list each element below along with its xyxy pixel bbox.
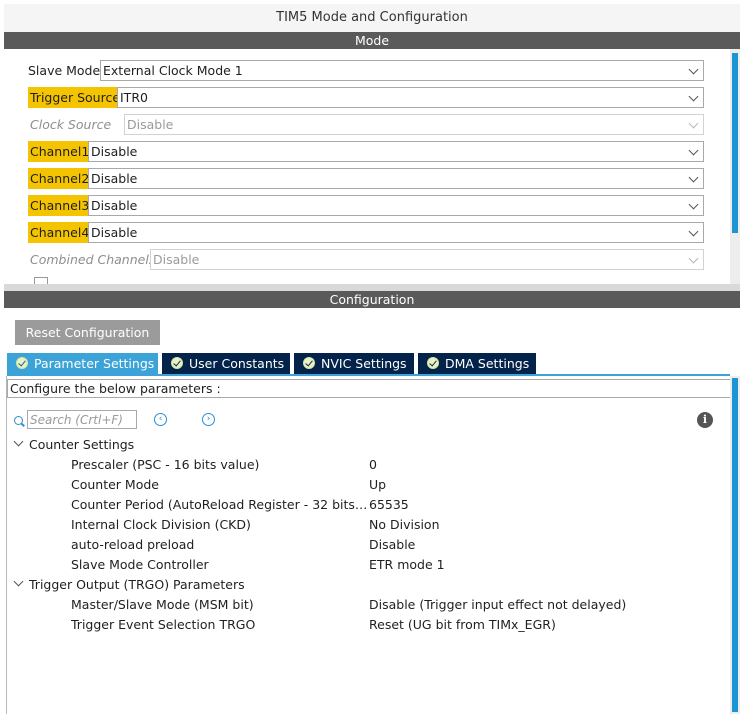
combined-channels-select: Disable	[150, 249, 704, 270]
tab-parameter-settings[interactable]: Parameter Settings	[7, 353, 160, 374]
param-name[interactable]: Trigger Event Selection TRGO	[71, 616, 368, 634]
chevron-down-icon	[688, 226, 699, 237]
channel2-select[interactable]: Disable	[88, 168, 704, 189]
trigger-source-select[interactable]: ITR0	[117, 87, 704, 108]
chevron-down-icon	[688, 91, 699, 102]
trigger-source-value: ITR0	[120, 90, 148, 105]
chevron-down-icon	[688, 64, 699, 75]
combined-channels-label: Combined Channels	[30, 252, 156, 267]
chevron-down-icon	[688, 145, 699, 156]
mode-panel: Slave Mode External Clock Mode 1 Trigger…	[4, 49, 740, 284]
search-icon[interactable]	[14, 416, 23, 425]
channel4-select[interactable]: Disable	[88, 222, 704, 243]
check-circle-icon	[427, 357, 439, 369]
next-match-icon[interactable]: ›	[202, 413, 215, 426]
channel4-label: Channel4	[28, 222, 92, 243]
slave-mode-select[interactable]: External Clock Mode 1	[100, 60, 704, 81]
check-circle-icon	[303, 357, 315, 369]
window-title: TIM5 Mode and Configuration	[4, 4, 740, 32]
param-value[interactable]: No Division	[369, 516, 440, 534]
partial-row-text	[54, 277, 204, 284]
channel3-select[interactable]: Disable	[88, 195, 704, 216]
channel2-label: Channel2	[28, 168, 92, 189]
tab-label: NVIC Settings	[321, 356, 407, 371]
param-value[interactable]: 0	[369, 456, 377, 474]
param-name[interactable]: Internal Clock Division (CKD)	[71, 516, 368, 534]
chevron-down-icon	[688, 253, 699, 264]
channel1-value: Disable	[91, 144, 138, 159]
trigger-output-group[interactable]: Trigger Output (TRGO) Parameters	[29, 576, 245, 594]
param-name[interactable]: Counter Mode	[71, 476, 368, 494]
channel3-label: Channel3	[28, 195, 92, 216]
param-value[interactable]: Disable (Trigger input effect not delaye…	[369, 596, 626, 614]
channel3-value: Disable	[91, 198, 138, 213]
chevron-down-icon	[688, 172, 699, 183]
clock-source-select: Disable	[124, 114, 704, 135]
config-scrollbar[interactable]	[730, 376, 740, 714]
tab-nvic-settings[interactable]: NVIC Settings	[294, 353, 416, 374]
mode-section-header: Mode	[4, 32, 740, 49]
param-name[interactable]: auto-reload preload	[71, 536, 368, 554]
param-value[interactable]: ETR mode 1	[369, 556, 445, 574]
counter-settings-group[interactable]: Counter Settings	[29, 436, 134, 454]
trigger-source-label: Trigger Source	[28, 87, 123, 108]
search-input[interactable]	[27, 410, 137, 429]
param-name[interactable]: Prescaler (PSC - 16 bits value)	[71, 456, 368, 474]
tab-label: Parameter Settings	[34, 356, 155, 371]
tab-user-constants[interactable]: User Constants	[162, 353, 292, 374]
config-scrollbar-thumb[interactable]	[732, 378, 738, 712]
previous-match-icon[interactable]: ‹	[154, 413, 167, 426]
tab-label: User Constants	[189, 356, 285, 371]
param-value[interactable]: Disable	[369, 536, 415, 554]
chevron-down-icon	[688, 118, 699, 129]
mode-scrollbar[interactable]	[730, 49, 740, 284]
chevron-down-icon[interactable]	[13, 576, 24, 587]
slave-mode-label: Slave Mode	[28, 63, 101, 78]
configure-hint: Configure the below parameters :	[7, 379, 731, 398]
chevron-down-icon[interactable]	[13, 436, 24, 447]
configuration-panel: Reset Configuration Parameter Settings U…	[4, 308, 740, 714]
clock-source-label: Clock Source	[30, 117, 112, 132]
param-value[interactable]: Up	[369, 476, 386, 494]
reset-configuration-button[interactable]: Reset Configuration	[15, 320, 160, 345]
channel2-value: Disable	[91, 171, 138, 186]
param-name[interactable]: Counter Period (AutoReload Register - 32…	[71, 496, 368, 514]
channel1-select[interactable]: Disable	[88, 141, 704, 162]
partial-checkbox[interactable]	[34, 277, 48, 284]
check-circle-icon	[171, 357, 183, 369]
channel1-label: Channel1	[28, 141, 92, 162]
chevron-down-icon	[688, 199, 699, 210]
slave-mode-value: External Clock Mode 1	[103, 63, 243, 78]
configuration-section-header: Configuration	[4, 291, 740, 308]
param-value[interactable]: 65535	[369, 496, 409, 514]
param-name[interactable]: Slave Mode Controller	[71, 556, 368, 574]
tab-dma-settings[interactable]: DMA Settings	[418, 353, 536, 374]
channel4-value: Disable	[91, 225, 138, 240]
param-name[interactable]: Master/Slave Mode (MSM bit)	[71, 596, 368, 614]
panel-splitter[interactable]	[4, 284, 740, 291]
clock-source-value: Disable	[127, 117, 174, 132]
mode-scrollbar-thumb[interactable]	[732, 53, 738, 233]
tab-label: DMA Settings	[445, 356, 530, 371]
combined-channels-value: Disable	[153, 252, 200, 267]
info-icon[interactable]: i	[697, 412, 713, 428]
param-value[interactable]: Reset (UG bit from TIMx_EGR)	[369, 616, 556, 634]
parameter-settings-panel: Configure the below parameters : ‹ › i C…	[6, 376, 731, 714]
check-circle-icon	[16, 357, 28, 369]
